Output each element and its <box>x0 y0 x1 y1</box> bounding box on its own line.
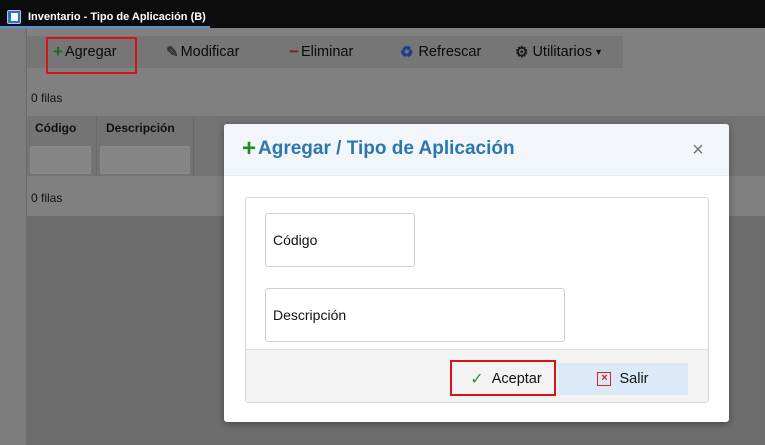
close-box-icon: × <box>597 372 612 386</box>
code-field[interactable]: Código <box>265 213 415 267</box>
row-count-top: 0 filas <box>31 91 63 105</box>
close-icon[interactable]: × <box>690 140 706 160</box>
delete-button[interactable]: − Eliminar <box>289 36 353 68</box>
edit-button-label: Modificar <box>180 44 240 60</box>
exit-button[interactable]: × Salir <box>558 363 688 395</box>
delete-button-label: Eliminar <box>300 44 354 60</box>
column-header-description[interactable]: Descripción <box>106 121 175 135</box>
recycle-icon: ♻ <box>400 44 414 61</box>
window-title: Inventario - Tipo de Aplicación (B) <box>28 11 206 23</box>
code-filter-input[interactable] <box>30 146 91 174</box>
dialog-title: + Agregar / Tipo de Aplicación <box>242 135 515 162</box>
gears-icon: ⚙ <box>515 44 529 61</box>
caret-down-icon: ▼ <box>594 47 603 57</box>
dialog-title-text: Agregar / Tipo de Aplicación <box>258 138 515 159</box>
utilities-dropdown[interactable]: ⚙ Utilitarios ▼ <box>515 36 603 68</box>
description-field[interactable]: Descripción <box>265 288 565 342</box>
row-count-bottom: 0 filas <box>31 191 63 205</box>
code-field-placeholder: Código <box>273 232 318 248</box>
add-button-highlight <box>46 37 137 74</box>
description-field-placeholder: Descripción <box>273 307 347 323</box>
description-filter-input[interactable] <box>100 146 190 174</box>
refresh-button[interactable]: ♻ Refrescar <box>400 36 481 68</box>
app-edit-icon <box>7 10 21 24</box>
pencil-icon: ✎ <box>166 44 179 61</box>
plus-icon: + <box>242 135 257 162</box>
exit-button-label: Salir <box>619 371 649 387</box>
left-gutter <box>0 28 26 445</box>
minus-icon: − <box>289 42 299 61</box>
accept-button-highlight <box>450 360 556 396</box>
window-titlebar: Inventario - Tipo de Aplicación (B) <box>0 0 765 28</box>
column-divider <box>96 116 97 176</box>
column-divider <box>193 116 194 176</box>
refresh-button-label: Refrescar <box>418 44 482 60</box>
column-header-code[interactable]: Código <box>35 121 76 135</box>
dialog-header: + Agregar / Tipo de Aplicación × <box>224 124 729 176</box>
edit-button[interactable]: ✎ Modificar <box>166 36 239 68</box>
utilities-dropdown-label: Utilitarios <box>532 44 593 60</box>
